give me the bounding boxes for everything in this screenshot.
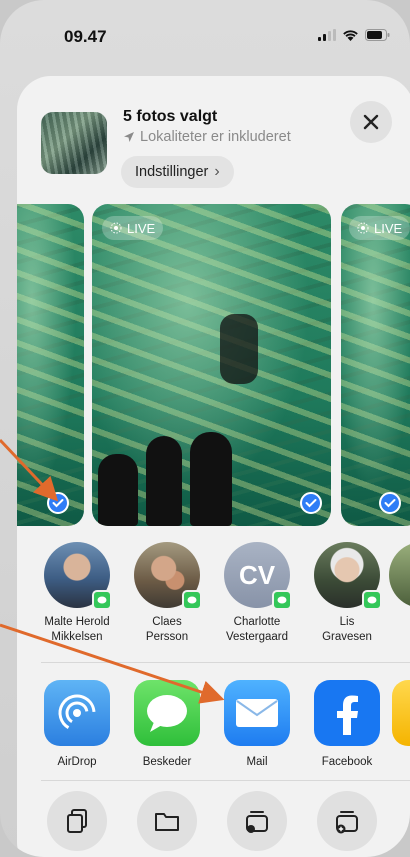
avatar [314, 542, 382, 610]
chevron-right-icon: › [214, 163, 220, 180]
airdrop-icon [44, 680, 110, 746]
live-photo-icon [357, 222, 369, 234]
facebook-icon [314, 680, 380, 746]
contact-name: Malte Herold Mikkelsen [44, 616, 110, 643]
photo-preview[interactable]: LIVE [341, 204, 410, 526]
avatar [44, 542, 112, 610]
share-header: 5 fotos valgt Lokaliteter er inkluderet … [17, 76, 410, 206]
files-action[interactable] [137, 791, 197, 851]
messages-icon [134, 680, 200, 746]
app-label: AirDrop [57, 756, 97, 768]
wifi-icon [343, 30, 358, 41]
contact-charlotte[interactable]: CV Charlotte Vestergaard [212, 542, 302, 645]
checkmark-icon[interactable] [300, 492, 322, 514]
copy-icon [67, 809, 87, 833]
shared-album-icon [246, 811, 268, 833]
apps-row: AirDrop Beskeder Mail Facebook [17, 680, 410, 780]
live-label: LIVE [127, 220, 156, 236]
live-label: LIVE [374, 220, 403, 236]
avatar: CV [224, 542, 292, 610]
app-airdrop[interactable]: AirDrop [32, 680, 122, 768]
person-silhouette [98, 454, 138, 526]
app-label: Facebook [321, 756, 373, 768]
contact-claes[interactable]: Claes Persson [122, 542, 212, 645]
add-to-album-action[interactable] [317, 791, 377, 851]
selection-thumbnail [41, 112, 107, 174]
app-messages[interactable]: Beskeder [122, 680, 212, 768]
settings-button[interactable]: Indstillinger › [121, 156, 234, 188]
divider [41, 780, 410, 781]
app-mail[interactable]: Mail [212, 680, 302, 768]
live-badge: LIVE [349, 216, 410, 240]
contact-name: Claes Persson [145, 616, 189, 643]
share-subtitle: Lokaliteter er inkluderet [123, 129, 291, 145]
location-arrow-icon [124, 132, 134, 142]
photo-preview[interactable]: LIVE [92, 204, 331, 526]
settings-label: Indstillinger [135, 164, 209, 180]
contact-name: Charlotte Vestergaard [225, 616, 288, 643]
person-silhouette [190, 432, 232, 526]
person-silhouette [146, 436, 182, 526]
checkmark-icon[interactable] [379, 492, 401, 514]
contact-lis[interactable]: Lis Gravesen [302, 542, 392, 645]
status-icons [318, 29, 390, 41]
share-sheet: 5 fotos valgt Lokaliteter er inkluderet … [17, 76, 410, 857]
checkmark-icon[interactable] [47, 492, 69, 514]
close-button[interactable] [350, 101, 392, 143]
photo-carousel[interactable]: LIVE LIVE [17, 204, 410, 526]
battery-icon [365, 29, 390, 41]
folder-icon [155, 813, 179, 831]
divider [41, 662, 410, 663]
app-label: Mail [246, 756, 268, 768]
shared-album-action[interactable] [227, 791, 287, 851]
status-time: 09.47 [64, 27, 107, 46]
diver-silhouette [220, 314, 258, 384]
avatar [134, 542, 202, 610]
app-label: Beskeder [142, 756, 192, 768]
avatar-initials: CV [238, 559, 276, 590]
messages-badge-icon [362, 590, 382, 610]
signal-icon [318, 29, 336, 41]
messages-badge-icon [92, 590, 112, 610]
app-partial[interactable] [392, 680, 410, 746]
messages-badge-icon [182, 590, 202, 610]
messages-badge-icon [272, 590, 292, 610]
contacts-row: Malte Herold Mikkelsen Claes Persson CV … [17, 542, 410, 652]
photo-preview[interactable] [17, 204, 84, 526]
location-text: Lokaliteter er inkluderet [140, 129, 291, 145]
share-title: 5 fotos valgt [123, 108, 218, 125]
status-bar: 09.47 [0, 0, 410, 70]
mail-icon [224, 680, 290, 746]
contact-malte[interactable]: Malte Herold Mikkelsen [32, 542, 122, 645]
close-icon [363, 114, 379, 130]
live-badge: LIVE [102, 216, 164, 240]
actions-row [17, 791, 410, 857]
live-photo-icon [110, 222, 122, 234]
contact-partial[interactable] [389, 542, 410, 608]
add-album-icon [336, 811, 358, 834]
phone-screen: 09.47 5 fotos valgt Lokaliteter er inklu… [0, 0, 410, 857]
contact-name: Lis Gravesen [322, 616, 372, 643]
app-facebook[interactable]: Facebook [302, 680, 392, 768]
copy-action[interactable] [47, 791, 107, 851]
